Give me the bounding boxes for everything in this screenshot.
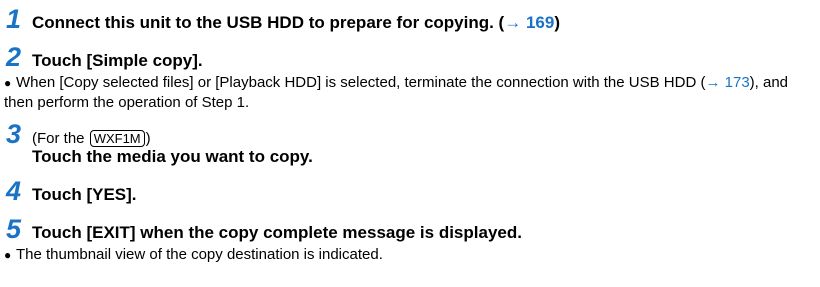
page-ref: 173 xyxy=(724,74,750,91)
bullet-icon: ● xyxy=(4,76,12,90)
step-number: 5 xyxy=(6,214,22,244)
step-3-action: Touch the media you want to copy. xyxy=(32,148,313,165)
step-number: 4 xyxy=(6,176,22,206)
condition-suffix: ) xyxy=(145,130,151,147)
step-number: 1 xyxy=(6,4,22,34)
step-5-note: ● The thumbnail view of the copy destinat… xyxy=(4,245,816,265)
step-3-text: Touch the media you want to copy. xyxy=(32,147,313,166)
note-text: The thumbnail view of the copy destinati… xyxy=(16,246,383,263)
arrow-icon: → xyxy=(504,13,522,32)
page-link-173[interactable]: → 173 xyxy=(705,74,749,91)
bullet-icon: ● xyxy=(4,248,12,262)
close-paren: ) xyxy=(554,13,561,32)
step-2-text: Touch [Simple copy]. xyxy=(32,51,203,70)
step-1-text: Connect this unit to the USB HDD to prep… xyxy=(32,13,505,32)
step-1: 1 Connect this unit to the USB HDD to pr… xyxy=(6,6,560,33)
step-number: 3 xyxy=(6,119,22,149)
condition-prefix: (For the xyxy=(32,130,89,147)
step-2-note: ● When [Copy selected files] or [Playback… xyxy=(4,73,816,112)
note-text-a: When [Copy selected files] or [Playback … xyxy=(16,74,706,91)
instruction-page: 1 Connect this unit to the USB HDD to pr… xyxy=(0,0,820,287)
step-number: 2 xyxy=(6,42,22,72)
step-text: Connect this unit to the USB HDD to prep… xyxy=(32,14,560,31)
step-5-text: Touch [EXIT] when the copy complete mess… xyxy=(32,223,522,242)
step-5: 5 Touch [EXIT] when the copy complete me… xyxy=(6,216,522,243)
model-condition: (For the WXF1M) xyxy=(32,130,151,147)
step-4-text: Touch [YES]. xyxy=(32,185,137,204)
model-badge: WXF1M xyxy=(89,130,145,147)
step-2: 2 Touch [Simple copy]. xyxy=(6,44,203,71)
step-3: 3 (For the WXF1M) xyxy=(6,121,151,148)
page-ref: 169 xyxy=(525,13,555,32)
arrow-icon: → xyxy=(705,74,721,91)
step-4: 4 Touch [YES]. xyxy=(6,178,137,205)
page-link-169[interactable]: → 169 xyxy=(504,13,554,32)
